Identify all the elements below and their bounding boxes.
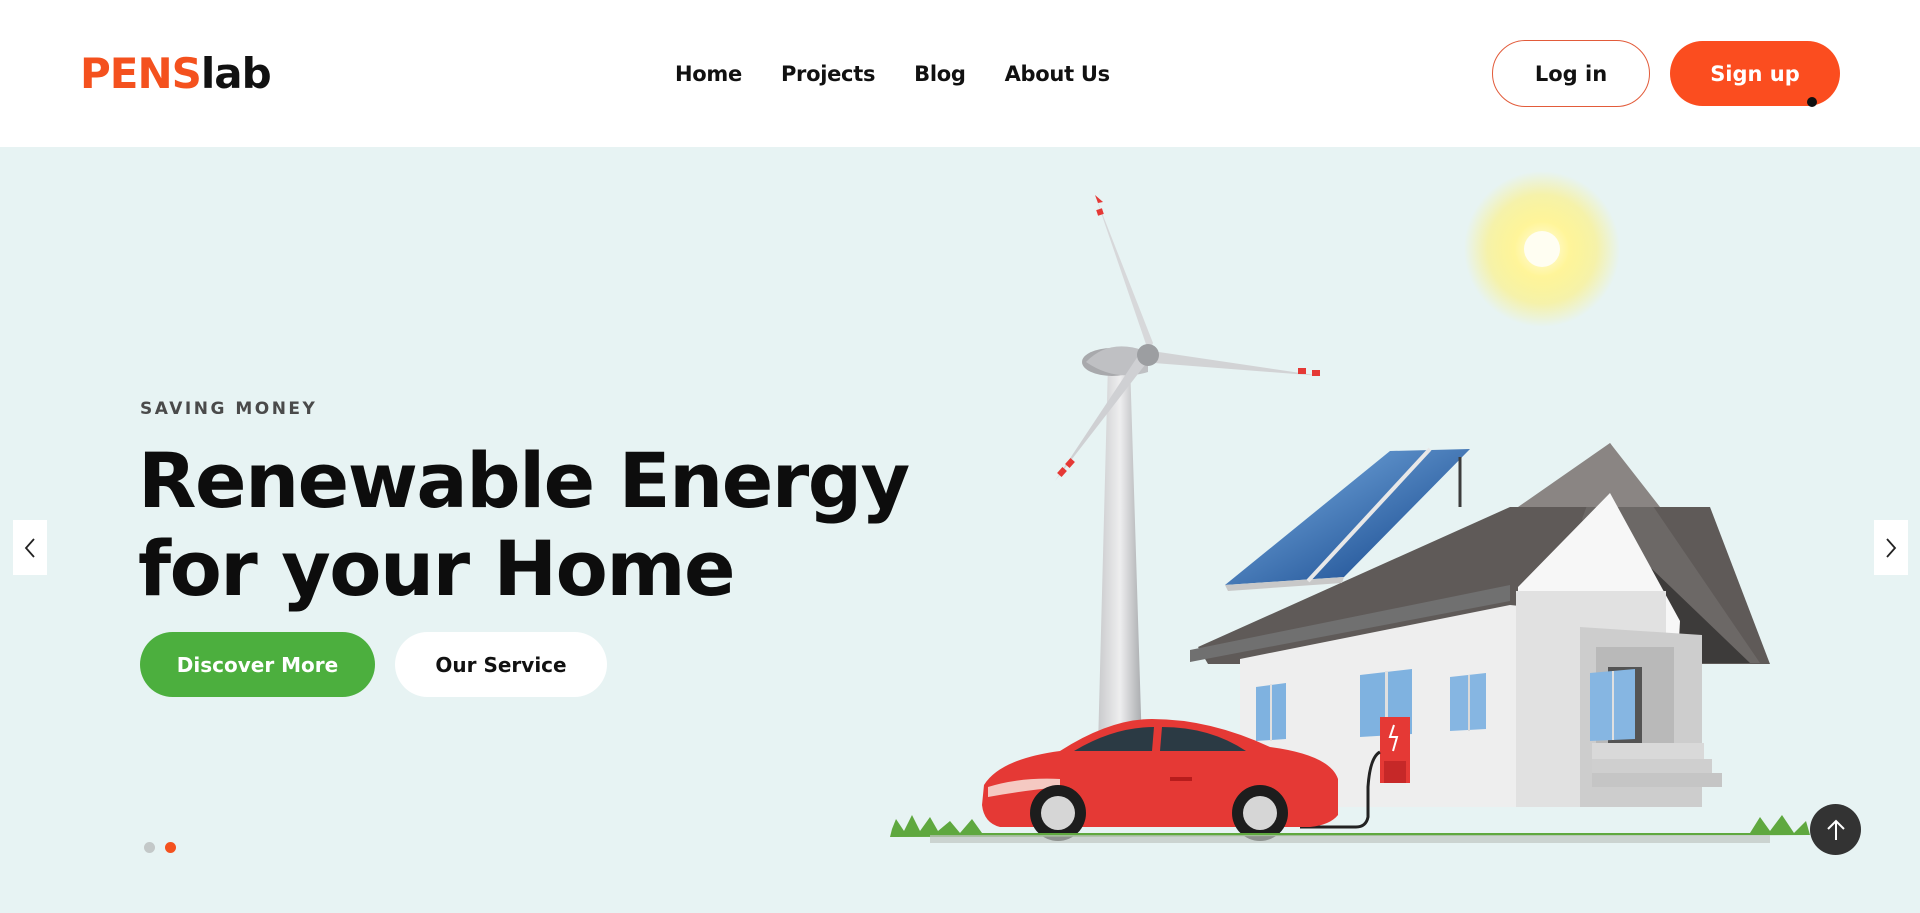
login-button[interactable]: Log in [1492, 40, 1650, 107]
hero-headline: Renewable Energy for your Home [138, 436, 910, 613]
slider-dot-1[interactable] [144, 842, 155, 853]
nav-blog[interactable]: Blog [914, 60, 966, 88]
nav-projects[interactable]: Projects [781, 60, 876, 88]
slider-prev-button[interactable] [13, 520, 47, 575]
hero-slider: SAVING MONEY Renewable Energy for your H… [0, 147, 1920, 913]
back-to-top-button[interactable] [1810, 804, 1861, 855]
signup-button[interactable]: Sign up [1670, 41, 1840, 106]
main-nav: Home Projects Blog About Us [675, 60, 1110, 88]
mouse-cursor [1807, 97, 1817, 107]
discover-more-button[interactable]: Discover More [140, 632, 375, 697]
nav-about-us[interactable]: About Us [1005, 60, 1110, 88]
sun-icon [1464, 171, 1620, 327]
chevron-left-icon [24, 537, 35, 558]
slider-pagination [144, 842, 176, 853]
site-header: PENSlab Home Projects Blog About Us Log … [0, 0, 1920, 147]
logo[interactable]: PENSlab [80, 49, 272, 99]
nav-home[interactable]: Home [675, 60, 742, 88]
hero-eyebrow: SAVING MONEY [140, 399, 318, 419]
chevron-right-icon [1886, 537, 1897, 558]
slider-next-button[interactable] [1874, 520, 1908, 575]
slider-dot-2[interactable] [165, 842, 176, 853]
renewable-home-illustration [890, 171, 1810, 843]
logo-part-lab: lab [200, 49, 272, 98]
our-service-button[interactable]: Our Service [395, 632, 607, 697]
arrow-up-icon [1826, 819, 1845, 840]
logo-part-pens: PENS [80, 49, 202, 98]
